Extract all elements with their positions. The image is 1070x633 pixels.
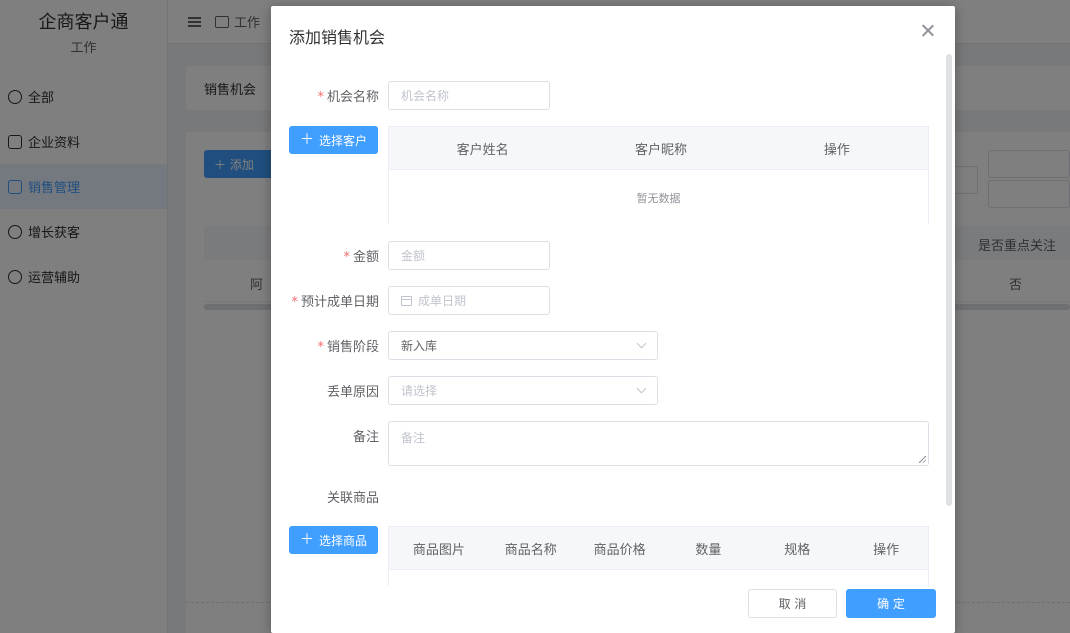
calendar-icon <box>401 295 412 306</box>
empty-text: 暂无数据 <box>636 192 681 205</box>
opportunity-name-input[interactable]: 机会名称 <box>388 81 550 110</box>
product-table: 商品图片 商品名称 商品价格 数量 规格 操作 <box>388 526 929 586</box>
column-header: 数量 <box>695 542 722 558</box>
column-header: 操作 <box>873 542 900 558</box>
plus-icon: ＋ <box>299 132 314 148</box>
chevron-down-icon <box>636 383 647 394</box>
chevron-down-icon <box>636 338 647 349</box>
cancel-button[interactable]: 取 消 <box>748 589 837 618</box>
amount-input[interactable]: 金额 <box>388 241 550 270</box>
column-header: 客户昵称 <box>634 142 687 158</box>
select-customer-button[interactable]: ＋选择客户 <box>289 126 378 154</box>
close-icon[interactable] <box>921 24 935 38</box>
column-header: 操作 <box>823 142 850 158</box>
confirm-button[interactable]: 确 定 <box>846 589 936 618</box>
product-table-header: 商品图片 商品名称 商品价格 数量 规格 操作 <box>389 527 928 570</box>
customer-table: 客户姓名 客户昵称 操作 暂无数据 <box>388 126 929 224</box>
products-label: 关联商品 <box>326 491 379 506</box>
close-date-picker[interactable]: 成单日期 <box>388 286 550 315</box>
lost-reason-select[interactable]: 请选择 <box>388 376 658 405</box>
amount-label: * 金额 <box>343 250 379 265</box>
remark-label: 备注 <box>352 430 379 445</box>
dialog-title: 添加销售机会 <box>289 28 386 47</box>
resize-handle[interactable] <box>919 456 926 463</box>
name-label: * 机会名称 <box>317 90 379 105</box>
plus-icon: ＋ <box>299 532 314 548</box>
column-header: 规格 <box>784 542 811 558</box>
sales-stage-select[interactable]: 新入库 <box>388 331 658 360</box>
add-sales-opportunity-dialog: 添加销售机会 * 机会名称 机会名称 ＋选择客户 客户姓名 客户昵称 操作 暂无数… <box>271 6 955 633</box>
column-header: 商品名称 <box>504 542 557 558</box>
column-header: 商品价格 <box>593 542 646 558</box>
column-header: 商品图片 <box>412 542 465 558</box>
select-product-button[interactable]: ＋选择商品 <box>289 526 378 554</box>
dialog-scrollbar[interactable] <box>946 54 952 506</box>
close-date-label: * 预计成单日期 <box>291 295 379 310</box>
customer-table-header: 客户姓名 客户昵称 操作 <box>389 127 928 170</box>
remark-textarea[interactable]: 备注 <box>388 421 929 466</box>
lost-reason-label: 丢单原因 <box>326 385 379 400</box>
column-header: 客户姓名 <box>456 142 509 158</box>
stage-label: * 销售阶段 <box>317 340 379 355</box>
